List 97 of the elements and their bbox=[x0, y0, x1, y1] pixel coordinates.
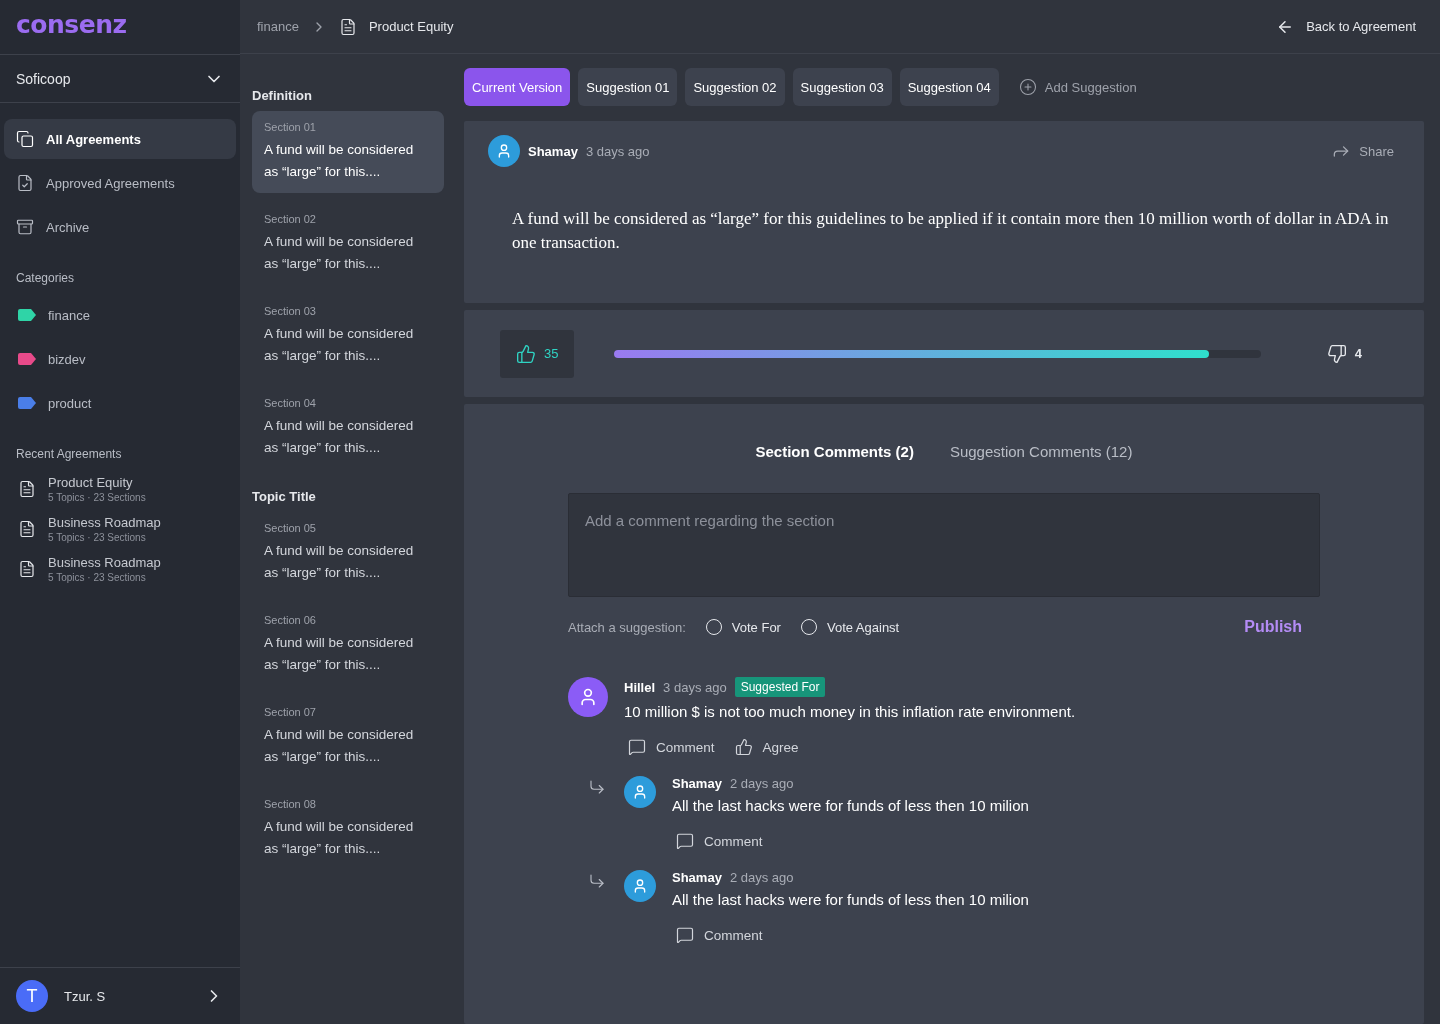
section-label: Section 02 bbox=[264, 213, 317, 225]
section-item[interactable]: Section 05 A fund will be considered as “large” for this.... bbox=[252, 512, 444, 594]
document-icon bbox=[18, 480, 36, 498]
section-excerpt: A fund will be considered as “large” for this.... bbox=[264, 233, 415, 273]
nav-item[interactable]: Archive bbox=[4, 207, 236, 247]
reply-arrow-icon bbox=[588, 778, 606, 796]
nav-item[interactable]: All Agreements bbox=[4, 119, 236, 159]
section-label: Section 01 bbox=[264, 121, 317, 133]
breadcrumb-link[interactable]: finance bbox=[257, 19, 299, 34]
document-icon bbox=[18, 520, 36, 538]
vote-radio[interactable]: Vote Against bbox=[800, 619, 900, 635]
agreement-link[interactable]: Business Roadmap bbox=[48, 515, 161, 530]
version-tab[interactable]: Suggestion 04 bbox=[899, 68, 999, 106]
agreement-link[interactable]: Business Roadmap bbox=[48, 555, 161, 570]
comment-time: 3 days ago bbox=[663, 679, 727, 695]
section-item[interactable]: Section 02 A fund will be considered as “large” for this.... bbox=[252, 203, 444, 285]
section-item[interactable]: Section 01 A fund will be considered as “large” for this.... bbox=[252, 111, 444, 193]
section-label: Section 08 bbox=[264, 798, 317, 810]
vote-radio[interactable]: Vote For bbox=[705, 619, 781, 635]
attach-label: Attach a suggestion: bbox=[568, 619, 686, 635]
agreement-meta: 5 Topics · 23 Sections bbox=[48, 572, 147, 583]
section-excerpt: A fund will be considered as “large” for this.... bbox=[264, 634, 415, 674]
section-item[interactable]: Section 07 A fund will be considered as “large” for this.... bbox=[252, 696, 444, 778]
comment-text: 10 million $ is not too much money in this inflation rate environment. bbox=[624, 703, 1076, 720]
avatar-icon bbox=[488, 135, 520, 167]
comment-author: Shamay bbox=[672, 870, 722, 885]
comment-text: All the last hacks were for funds of less then 10 milion bbox=[672, 891, 1029, 908]
comment-author: Shamay bbox=[672, 776, 722, 791]
section-item[interactable]: Section 04 A fund will be considered as “large” for this.... bbox=[252, 387, 444, 469]
approved-document-icon bbox=[16, 174, 34, 192]
agree-button[interactable]: Agree bbox=[734, 738, 799, 756]
comment-button[interactable]: Comment bbox=[676, 832, 763, 850]
section-item[interactable]: Section 03 A fund will be considered as “large” for this.... bbox=[252, 295, 444, 377]
speech-bubble-icon bbox=[628, 738, 646, 756]
post-time: 3 days ago bbox=[585, 143, 650, 159]
publish-button[interactable]: Publish bbox=[1238, 617, 1308, 637]
category-item[interactable]: finance bbox=[0, 293, 240, 337]
share-button[interactable]: Share bbox=[1325, 140, 1400, 162]
section-label: Section 05 bbox=[264, 522, 317, 534]
section-excerpt: A fund will be considered as “large” for this.... bbox=[264, 818, 415, 858]
section-excerpt: A fund will be considered as “large” for this.... bbox=[264, 726, 415, 766]
upvote-button[interactable]: 35 bbox=[500, 329, 575, 378]
reply-arrow-icon bbox=[588, 872, 606, 890]
category-item[interactable]: bizdev bbox=[0, 337, 240, 381]
agreement-meta: 5 Topics · 23 Sections bbox=[48, 532, 147, 543]
thumbs-down-icon bbox=[1326, 343, 1347, 364]
section-excerpt: A fund will be considered as “large” for this.... bbox=[264, 325, 415, 365]
plus-icon bbox=[1018, 78, 1037, 96]
topic-title: Topic Title bbox=[252, 489, 317, 506]
back-link[interactable]: Back to Agreement bbox=[1276, 17, 1416, 36]
agreement-link[interactable]: Product Equity bbox=[48, 475, 146, 490]
topic-title: Definition bbox=[252, 88, 313, 105]
version-tab[interactable]: Suggestion 01 bbox=[578, 68, 678, 106]
comment-button[interactable]: Comment bbox=[628, 738, 715, 756]
workspace-select[interactable]: Soficoop bbox=[0, 55, 240, 103]
document-icon bbox=[338, 17, 357, 36]
user-menu[interactable]: T Tzur. S bbox=[0, 967, 240, 1024]
version-tab[interactable]: Current Version bbox=[464, 68, 571, 106]
comment-time: 2 days ago bbox=[729, 870, 794, 885]
comment-time: 2 days ago bbox=[729, 776, 794, 791]
section-excerpt: A fund will be considered as “large” for this.... bbox=[264, 417, 415, 457]
archive-icon bbox=[16, 218, 34, 236]
comment-input[interactable]: Add a comment regarding the section bbox=[568, 493, 1320, 597]
documents-icon bbox=[16, 130, 34, 148]
section-label: Section 07 bbox=[264, 706, 317, 718]
post-author: Shamay bbox=[528, 143, 578, 159]
comments-tab[interactable]: Suggestion Comments (12) bbox=[943, 442, 1139, 461]
downvote-button[interactable]: 4 bbox=[1320, 342, 1368, 365]
thumbs-up-icon bbox=[516, 343, 536, 364]
add-suggestion-button[interactable]: Add Suggestion bbox=[1012, 77, 1143, 97]
section-label: Section 06 bbox=[264, 614, 317, 626]
section-excerpt: A fund will be considered as “large” for this.... bbox=[264, 542, 415, 582]
section-item[interactable]: Section 06 A fund will be considered as “large” for this.... bbox=[252, 604, 444, 686]
section-label: Section 03 bbox=[264, 305, 317, 317]
category-item[interactable]: product bbox=[0, 381, 240, 425]
version-tab[interactable]: Suggestion 03 bbox=[792, 68, 892, 106]
document-icon bbox=[18, 560, 36, 578]
agreement-meta: 5 Topics · 23 Sections bbox=[48, 492, 146, 503]
comments-tab[interactable]: Section Comments (2) bbox=[749, 442, 920, 461]
logo: consenz bbox=[16, 10, 127, 39]
section-item[interactable]: Section 08 A fund will be considered as “large” for this.... bbox=[252, 788, 444, 870]
version-tab[interactable]: Suggestion 02 bbox=[685, 68, 785, 106]
comment-text: All the last hacks were for funds of less then 10 milion bbox=[672, 797, 1029, 814]
suggestion-badge: Suggested For bbox=[734, 677, 826, 697]
nav-item[interactable]: Approved Agreements bbox=[4, 163, 236, 203]
breadcrumb-current: Product Equity bbox=[368, 19, 454, 34]
section-label: Section 04 bbox=[264, 397, 317, 409]
section-heading: Recent Agreements bbox=[15, 446, 123, 463]
comment-button[interactable]: Comment bbox=[676, 926, 763, 944]
section-excerpt: A fund will be considered as “large” for this.... bbox=[264, 141, 415, 181]
user-avatar: T bbox=[16, 980, 48, 1012]
thumbs-up-icon bbox=[734, 738, 753, 756]
post-text: A fund will be considered as “large” for this guidelines to be applied if it contain more then 10 million worth of dollar in ADA in one transaction. bbox=[512, 208, 1390, 254]
section-heading: Categories bbox=[15, 270, 76, 287]
speech-bubble-icon bbox=[676, 926, 694, 944]
speech-bubble-icon bbox=[676, 832, 694, 850]
comment-author: Hillel bbox=[624, 679, 656, 695]
